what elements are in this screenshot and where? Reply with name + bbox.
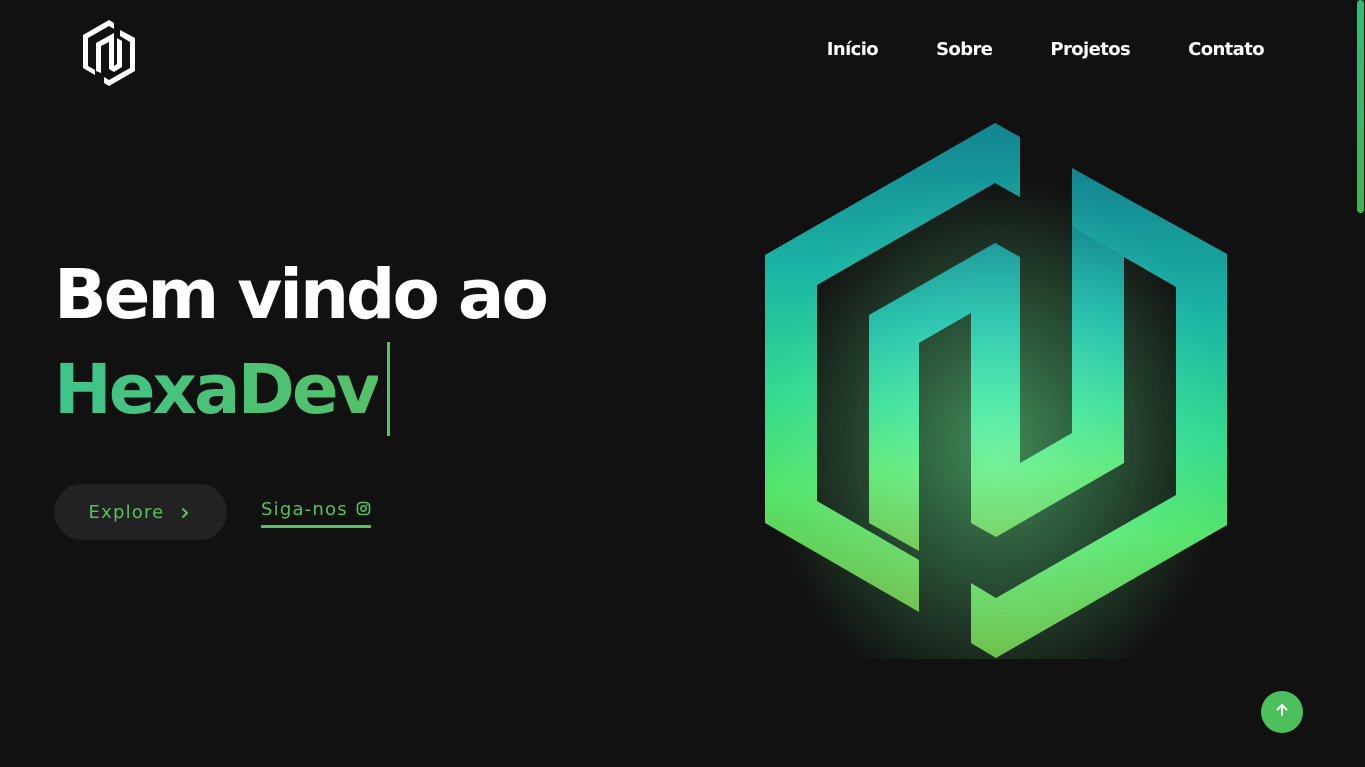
typing-caret (387, 342, 390, 436)
follow-us-label: Siga-nos (261, 499, 348, 520)
page: Início Sobre Projetos Contato Bem vindo … (0, 0, 1365, 767)
hero-title: Bem vindo ao (54, 255, 549, 335)
scroll-to-top-button[interactable] (1261, 691, 1303, 733)
follow-us-link[interactable]: Siga-nos (261, 498, 371, 528)
scrollbar-thumb[interactable] (1357, 0, 1364, 213)
instagram-icon (356, 501, 371, 516)
hexadev-logo-graphic (765, 123, 1228, 659)
arrow-up-icon (1274, 702, 1290, 722)
nav-link-sobre[interactable]: Sobre (936, 38, 993, 62)
hexadev-logo-icon[interactable] (78, 18, 140, 88)
nav-link-contato[interactable]: Contato (1188, 38, 1265, 62)
explore-button[interactable]: Explore (54, 484, 227, 540)
chevron-right-icon (178, 505, 192, 519)
nav-link-projetos[interactable]: Projetos (1050, 38, 1130, 62)
explore-button-label: Explore (88, 501, 165, 523)
page-scrollbar[interactable] (1355, 0, 1365, 767)
nav-link-inicio[interactable]: Início (827, 38, 879, 62)
main-nav: Início Sobre Projetos Contato (769, 38, 1265, 62)
hero-brand-name: HexaDev (54, 350, 381, 430)
